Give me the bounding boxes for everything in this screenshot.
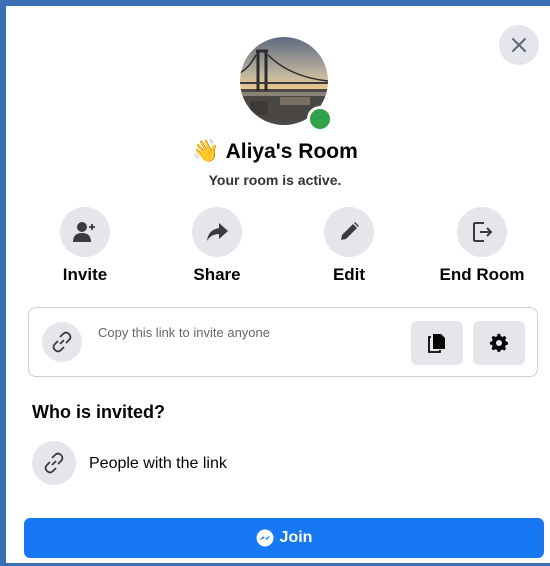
- close-button[interactable]: [499, 25, 539, 65]
- who-is-invited-heading: Who is invited?: [32, 402, 165, 422]
- add-person-icon: [73, 222, 95, 242]
- share-button[interactable]: [192, 207, 242, 257]
- window-border-left: [0, 0, 6, 566]
- edit-button[interactable]: [324, 207, 374, 257]
- edit-action[interactable]: Edit: [289, 207, 409, 285]
- share-label: Share: [193, 265, 241, 284]
- share-arrow-icon: [207, 223, 228, 241]
- end-room-action[interactable]: End Room: [422, 207, 542, 285]
- close-icon: [512, 38, 526, 52]
- exit-door-icon: [473, 222, 493, 242]
- room-title: 👋 Aliya's Room: [0, 138, 550, 164]
- invite-action[interactable]: Invite: [25, 207, 145, 285]
- online-status-dot: [307, 106, 333, 132]
- invite-option-icon-container[interactable]: [32, 441, 76, 485]
- settings-button[interactable]: [473, 321, 525, 365]
- share-action[interactable]: Share: [157, 207, 277, 285]
- link-icon: [44, 452, 64, 474]
- invite-link-text[interactable]: Copy this link to invite anyone: [98, 325, 270, 340]
- gear-icon: [489, 333, 508, 352]
- end-room-button[interactable]: [457, 207, 507, 257]
- pencil-icon: [341, 222, 359, 240]
- edit-label: Edit: [332, 265, 366, 284]
- link-icon-container: [42, 322, 82, 362]
- link-icon: [52, 331, 72, 353]
- room-status: Your room is active.: [208, 172, 342, 188]
- copy-link-button[interactable]: [411, 321, 463, 365]
- invite-label: Invite: [62, 265, 108, 284]
- window-border-top: [0, 0, 550, 6]
- join-button[interactable]: Join: [24, 518, 544, 558]
- invite-link-box: Copy this link to invite anyone: [28, 307, 538, 377]
- invite-button[interactable]: [60, 207, 110, 257]
- room-title-text: Aliya's Room: [225, 140, 358, 163]
- messenger-icon: [256, 529, 274, 547]
- invite-option-label[interactable]: People with the link: [89, 455, 227, 473]
- join-button-label: Join: [279, 529, 313, 546]
- end-room-label: End Room: [439, 265, 525, 284]
- copy-icon: [428, 334, 445, 353]
- waving-hand-icon: 👋: [192, 138, 220, 163]
